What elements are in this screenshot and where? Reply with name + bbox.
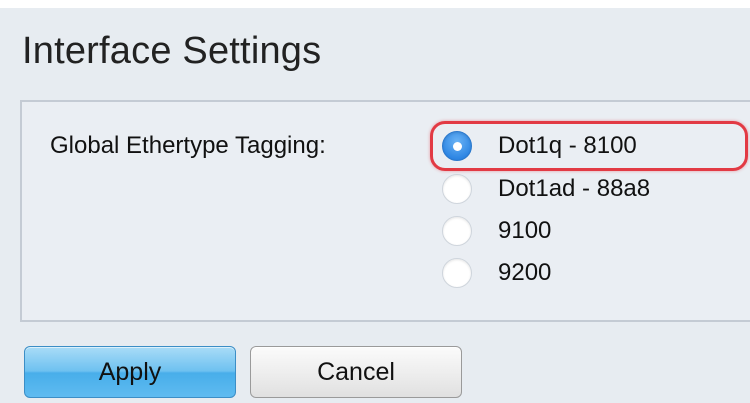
- radio-button-dot1q-8100[interactable]: [442, 131, 472, 161]
- radio-button-9200[interactable]: [442, 258, 472, 288]
- radio-option-dot1q-8100[interactable]: Dot1q - 8100: [442, 128, 637, 164]
- apply-button[interactable]: Apply: [24, 346, 236, 398]
- radio-label-9100: 9100: [498, 217, 552, 244]
- cancel-button[interactable]: Cancel: [250, 346, 462, 398]
- radio-button-9100[interactable]: [442, 216, 472, 246]
- page-title: Interface Settings: [22, 30, 322, 72]
- radio-label-9200: 9200: [498, 259, 552, 286]
- radio-label-dot1q-8100: Dot1q - 8100: [498, 132, 637, 159]
- radio-selected-dot: [452, 141, 462, 151]
- radio-option-dot1ad-88a8[interactable]: Dot1ad - 88a8: [442, 171, 650, 207]
- global-ethertype-tagging-label: Global Ethertype Tagging:: [50, 132, 326, 159]
- radio-option-9100[interactable]: 9100: [442, 213, 551, 249]
- radio-label-dot1ad-88a8: Dot1ad - 88a8: [498, 175, 651, 202]
- radio-option-9200[interactable]: 9200: [442, 255, 551, 291]
- radio-button-dot1ad-88a8[interactable]: [442, 174, 472, 204]
